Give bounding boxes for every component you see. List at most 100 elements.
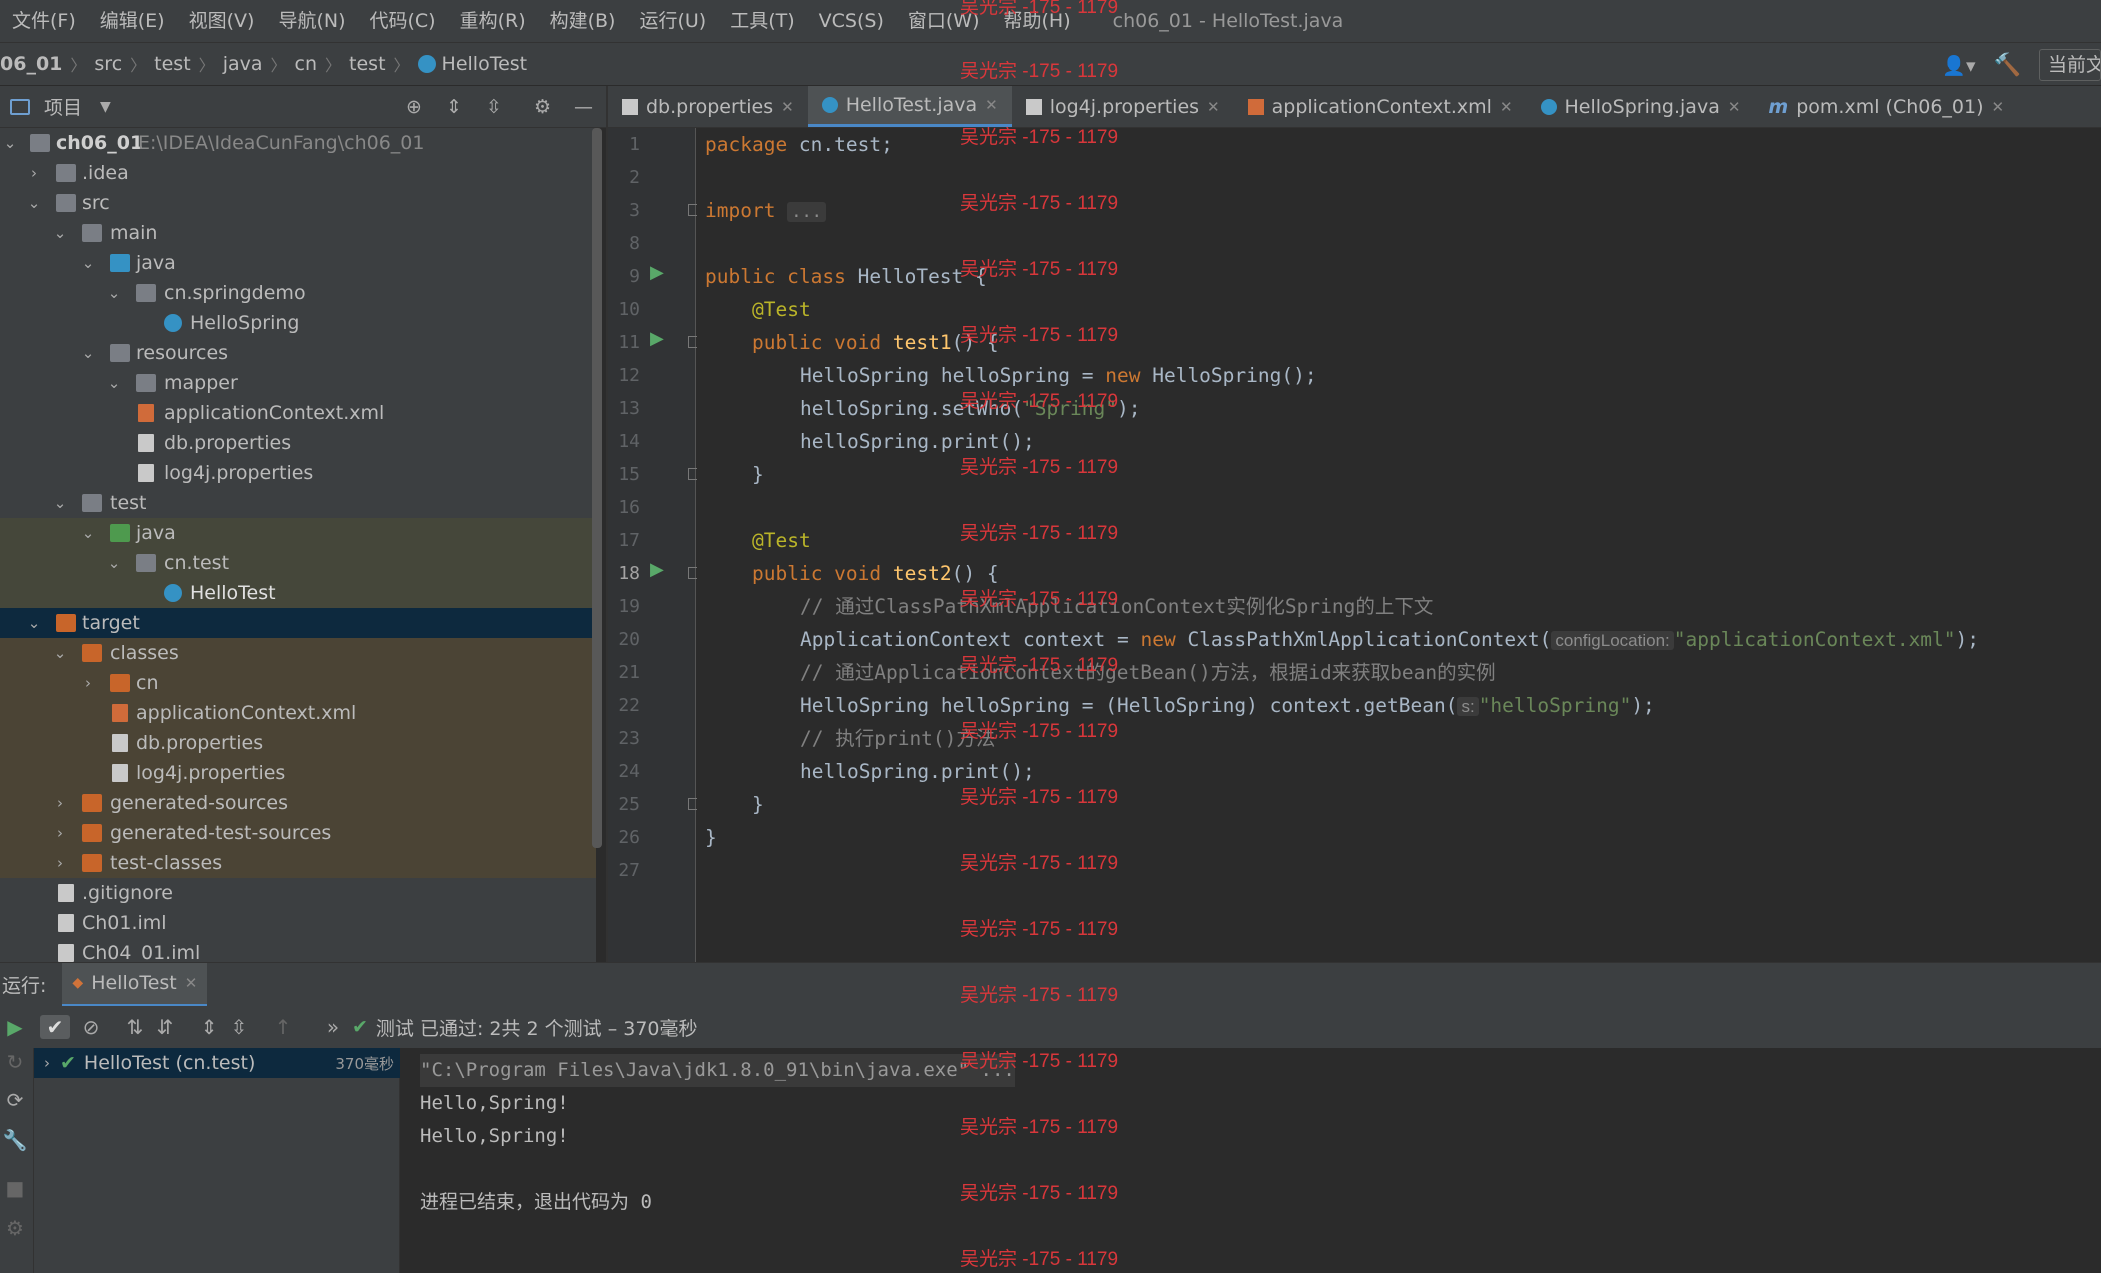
menu-edit[interactable]: 编辑(E) (88, 0, 177, 42)
run-test-icon[interactable]: ▶ (650, 262, 664, 283)
tree-item-test[interactable]: ⌄ test (0, 488, 596, 518)
line-number: 25 (618, 794, 640, 815)
tree-item-root[interactable]: ⌄ ch06_01 E:\IDEA\IdeaCunFang\ch06_01 (0, 128, 596, 158)
user-icon[interactable]: 👤▾ (1942, 54, 1975, 77)
tree-item-target-log4j[interactable]: log4j.properties (0, 758, 596, 788)
close-icon[interactable]: ✕ (1992, 98, 2005, 116)
menu-build[interactable]: 构建(B) (538, 0, 628, 42)
close-icon[interactable]: ✕ (985, 96, 998, 114)
stop-icon[interactable]: ■ (0, 1176, 30, 1200)
sort-alpha-icon[interactable]: ⇅ (120, 1015, 150, 1039)
close-icon[interactable]: ✕ (1728, 98, 1741, 116)
tree-item-classes[interactable]: ⌄ classes (0, 638, 596, 668)
code-editor[interactable]: package cn.test; import ... public class… (697, 128, 2101, 962)
run-test-icon[interactable]: ▶ (650, 328, 664, 349)
run-config-selector[interactable]: 当前文 (2039, 49, 2101, 81)
tree-item-generated-sources[interactable]: › generated-sources (0, 788, 596, 818)
chevron-right-icon[interactable]: › (44, 1054, 50, 1072)
tree-item-target-db[interactable]: db.properties (0, 728, 596, 758)
tree-item-target[interactable]: ⌄ target (0, 608, 596, 638)
tab-db-properties[interactable]: db.properties ✕ (608, 86, 808, 127)
menu-run[interactable]: 运行(U) (627, 0, 718, 42)
line-number: 12 (618, 365, 640, 386)
tree-item-cn-test[interactable]: ⌄ cn.test (0, 548, 596, 578)
watermark-text: 吴光宗 -175 - 1179 (960, 589, 1119, 610)
maven-icon: m (1768, 95, 1789, 118)
tab-pom-xml[interactable]: m pom.xml (Ch06_01) ✕ (1754, 86, 2018, 127)
check-icon: ✔ (60, 1052, 76, 1074)
show-ignored-icon[interactable]: ⊘ (76, 1015, 106, 1039)
rerun-icon[interactable]: ▶ (0, 1015, 30, 1039)
project-scrollbar[interactable] (592, 128, 602, 848)
locate-icon[interactable]: ⊕ (406, 96, 422, 118)
run-tab-label: HelloTest (91, 972, 177, 994)
settings-icon[interactable]: ⚙ (0, 1216, 30, 1240)
breadcrumb-hellotest[interactable]: HelloTest (442, 53, 528, 75)
breadcrumb-test-pkg[interactable]: test (349, 53, 386, 75)
tree-item-src[interactable]: ⌄ src (0, 188, 596, 218)
chevron-down-icon[interactable]: ▼ (100, 99, 111, 115)
tree-item-gitignore[interactable]: .gitignore (0, 878, 596, 908)
wrench-icon[interactable]: 🔧 (0, 1128, 30, 1152)
collapse-all-icon[interactable]: ⇳ (224, 1015, 254, 1039)
breadcrumb-src[interactable]: src (94, 53, 122, 75)
tree-item-main[interactable]: ⌄ main (0, 218, 596, 248)
close-icon[interactable]: ✕ (185, 974, 198, 992)
tab-hellospring-java[interactable]: HelloSpring.java ✕ (1527, 86, 1755, 127)
breadcrumb-project[interactable]: 06_01 (0, 53, 62, 75)
close-icon[interactable]: ✕ (1500, 98, 1513, 116)
tree-item-db-properties[interactable]: db.properties (0, 428, 596, 458)
tree-item-mapper[interactable]: ⌄ mapper (0, 368, 596, 398)
breadcrumb-test[interactable]: test (154, 53, 191, 75)
menu-file[interactable]: 文件(F) (0, 0, 88, 42)
tree-item-generated-test-sources[interactable]: › generated-test-sources (0, 818, 596, 848)
tree-item-target-appcontext[interactable]: applicationContext.xml (0, 698, 596, 728)
expand-all-icon[interactable]: ⇕ (446, 96, 462, 118)
project-view-title[interactable]: 项目 (44, 93, 82, 120)
console-output[interactable]: "C:\Program Files\Java\jdk1.8.0_91\bin\j… (400, 1048, 2101, 1273)
tree-item-cn-springdemo[interactable]: ⌄ cn.springdemo (0, 278, 596, 308)
gear-icon[interactable]: ⚙ (534, 96, 551, 118)
tree-item-appcontext-xml[interactable]: applicationContext.xml (0, 398, 596, 428)
close-icon[interactable]: ✕ (1207, 98, 1220, 116)
test-result-row[interactable]: › ✔ HelloTest (cn.test) 370毫秒 (34, 1048, 400, 1078)
menu-vcs[interactable]: VCS(S) (807, 0, 896, 42)
tree-item-ch04-iml[interactable]: Ch04_01.iml (0, 938, 596, 962)
watermark-text: 吴光宗 -175 - 1179 (960, 1051, 1119, 1072)
tab-log4j-properties[interactable]: log4j.properties ✕ (1012, 86, 1234, 127)
menu-navigate[interactable]: 导航(N) (266, 0, 357, 42)
tab-applicationcontext-xml[interactable]: applicationContext.xml ✕ (1234, 86, 1527, 127)
hide-icon[interactable]: — (574, 96, 593, 118)
tree-item-log4j-properties[interactable]: log4j.properties (0, 458, 596, 488)
close-icon[interactable]: ✕ (781, 98, 794, 116)
tab-run-hellotest[interactable]: ◆ HelloTest ✕ (62, 962, 208, 1007)
tree-item-idea[interactable]: › .idea (0, 158, 596, 188)
menu-view[interactable]: 视图(V) (177, 0, 267, 42)
tree-item-test-classes[interactable]: › test-classes (0, 848, 596, 878)
collapse-all-icon[interactable]: ⇳ (486, 96, 502, 118)
build-hammer-icon[interactable]: 🔨 (1994, 53, 2021, 78)
menu-code[interactable]: 代码(C) (357, 0, 447, 42)
show-passed-icon[interactable]: ✔ (40, 1015, 70, 1039)
tree-item-resources[interactable]: ⌄ resources (0, 338, 596, 368)
breadcrumb-java[interactable]: java (223, 53, 263, 75)
menu-refactor[interactable]: 重构(R) (448, 0, 538, 42)
rerun-failed-icon[interactable]: ↻ (0, 1050, 30, 1074)
expand-all-icon[interactable]: ⇕ (194, 1015, 224, 1039)
tree-item-hellotest[interactable]: HelloTest (0, 578, 596, 608)
run-test-icon[interactable]: ▶ (650, 559, 664, 580)
chevron-right-icon: 〉 (393, 56, 410, 75)
more-icon[interactable]: » (318, 1015, 348, 1039)
tab-hellotest-java[interactable]: HelloTest.java ✕ (807, 86, 1012, 127)
code-line-17: @Test (752, 529, 811, 552)
tree-item-cn[interactable]: › cn (0, 668, 596, 698)
breadcrumb-cn[interactable]: cn (295, 53, 318, 75)
tree-item-test-java[interactable]: ⌄ java (0, 518, 596, 548)
previous-failed-icon[interactable]: ↑ (268, 1015, 298, 1039)
tree-item-hellospring[interactable]: HelloSpring (0, 308, 596, 338)
toggle-auto-test-icon[interactable]: ⟳ (0, 1088, 30, 1112)
tree-item-main-java[interactable]: ⌄ java (0, 248, 596, 278)
menu-tools[interactable]: 工具(T) (718, 0, 806, 42)
tree-item-ch01-iml[interactable]: Ch01.iml (0, 908, 596, 938)
sort-duration-icon[interactable]: ⇵ (150, 1015, 180, 1039)
